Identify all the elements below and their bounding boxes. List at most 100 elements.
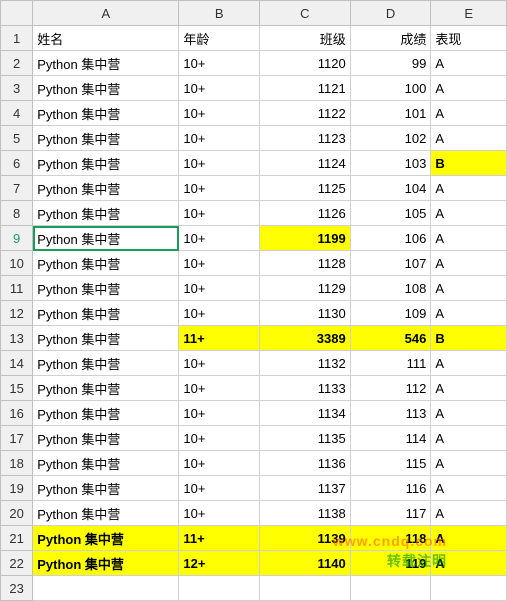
cell[interactable]: Python 集中营: [33, 251, 179, 276]
cell[interactable]: Python 集中营: [33, 351, 179, 376]
cell[interactable]: 姓名: [33, 26, 179, 51]
cell[interactable]: Python 集中营: [33, 51, 179, 76]
row-header[interactable]: 9: [1, 226, 33, 251]
cell[interactable]: 10+: [179, 301, 260, 326]
cell[interactable]: 104: [350, 176, 431, 201]
cell[interactable]: Python 集中营: [33, 126, 179, 151]
cell[interactable]: 成绩: [350, 26, 431, 51]
cell[interactable]: 10+: [179, 226, 260, 251]
cell[interactable]: 1136: [260, 451, 351, 476]
cell[interactable]: 99: [350, 51, 431, 76]
cell[interactable]: A: [431, 426, 507, 451]
row-header[interactable]: 13: [1, 326, 33, 351]
cell[interactable]: 10+: [179, 176, 260, 201]
cell[interactable]: 1135: [260, 426, 351, 451]
cell[interactable]: 10+: [179, 401, 260, 426]
cell[interactable]: 100: [350, 76, 431, 101]
cell[interactable]: 年龄: [179, 26, 260, 51]
row-header[interactable]: 11: [1, 276, 33, 301]
cell[interactable]: 11+: [179, 326, 260, 351]
cell[interactable]: A: [431, 126, 507, 151]
cell[interactable]: 1121: [260, 76, 351, 101]
row-header[interactable]: 22: [1, 551, 33, 576]
cell[interactable]: 111: [350, 351, 431, 376]
cell[interactable]: 112: [350, 376, 431, 401]
row-header[interactable]: 8: [1, 201, 33, 226]
cell[interactable]: A: [431, 101, 507, 126]
cell[interactable]: Python 集中营: [33, 401, 179, 426]
cell[interactable]: Python 集中营: [33, 376, 179, 401]
cell[interactable]: 108: [350, 276, 431, 301]
cell[interactable]: 118: [350, 526, 431, 551]
cell[interactable]: 1129: [260, 276, 351, 301]
cell[interactable]: 12+: [179, 551, 260, 576]
cell[interactable]: 10+: [179, 451, 260, 476]
cell[interactable]: Python 集中营: [33, 476, 179, 501]
cell[interactable]: 班级: [260, 26, 351, 51]
cell[interactable]: 109: [350, 301, 431, 326]
cell[interactable]: Python 集中营: [33, 501, 179, 526]
row-header[interactable]: 3: [1, 76, 33, 101]
cell[interactable]: 114: [350, 426, 431, 451]
cell[interactable]: 105: [350, 201, 431, 226]
col-header-C[interactable]: C: [260, 1, 351, 26]
cell[interactable]: 1123: [260, 126, 351, 151]
col-header-B[interactable]: B: [179, 1, 260, 26]
cell[interactable]: A: [431, 301, 507, 326]
cell[interactable]: 1137: [260, 476, 351, 501]
row-header[interactable]: 7: [1, 176, 33, 201]
cell[interactable]: A: [431, 401, 507, 426]
cell[interactable]: 表现: [431, 26, 507, 51]
cell[interactable]: Python 集中营: [33, 326, 179, 351]
row-header[interactable]: 20: [1, 501, 33, 526]
cell[interactable]: 1124: [260, 151, 351, 176]
cell[interactable]: Python 集中营: [33, 226, 179, 251]
cell[interactable]: 1125: [260, 176, 351, 201]
cell[interactable]: 10+: [179, 351, 260, 376]
cell[interactable]: A: [431, 451, 507, 476]
cell[interactable]: 1132: [260, 351, 351, 376]
cell[interactable]: 10+: [179, 426, 260, 451]
cell[interactable]: 106: [350, 226, 431, 251]
cell[interactable]: 10+: [179, 501, 260, 526]
cell[interactable]: 10+: [179, 151, 260, 176]
cell[interactable]: A: [431, 226, 507, 251]
row-header[interactable]: 6: [1, 151, 33, 176]
cell[interactable]: 1120: [260, 51, 351, 76]
cell[interactable]: 1128: [260, 251, 351, 276]
cell[interactable]: A: [431, 351, 507, 376]
cell[interactable]: A: [431, 251, 507, 276]
spreadsheet-table[interactable]: A B C D E 1 姓名 年龄 班级 成绩 表现 2Python 集中营10…: [0, 0, 507, 601]
cell[interactable]: 1138: [260, 501, 351, 526]
cell[interactable]: 1140: [260, 551, 351, 576]
row-header[interactable]: 4: [1, 101, 33, 126]
row-header[interactable]: 12: [1, 301, 33, 326]
row-header[interactable]: 2: [1, 51, 33, 76]
row-header[interactable]: 16: [1, 401, 33, 426]
cell[interactable]: 10+: [179, 51, 260, 76]
row-header[interactable]: 1: [1, 26, 33, 51]
cell[interactable]: 103: [350, 151, 431, 176]
cell[interactable]: 113: [350, 401, 431, 426]
cell[interactable]: [179, 576, 260, 601]
cell[interactable]: A: [431, 276, 507, 301]
cell[interactable]: 117: [350, 501, 431, 526]
col-header-D[interactable]: D: [350, 1, 431, 26]
cell[interactable]: 10+: [179, 476, 260, 501]
cell[interactable]: Python 集中营: [33, 451, 179, 476]
cell[interactable]: A: [431, 501, 507, 526]
cell[interactable]: A: [431, 51, 507, 76]
cell[interactable]: [260, 576, 351, 601]
cell[interactable]: A: [431, 76, 507, 101]
cell[interactable]: 1199: [260, 226, 351, 251]
cell[interactable]: 1122: [260, 101, 351, 126]
cell[interactable]: Python 集中营: [33, 76, 179, 101]
cell[interactable]: Python 集中营: [33, 276, 179, 301]
cell[interactable]: 10+: [179, 201, 260, 226]
cell[interactable]: Python 集中营: [33, 301, 179, 326]
cell[interactable]: Python 集中营: [33, 101, 179, 126]
cell[interactable]: 10+: [179, 376, 260, 401]
cell[interactable]: 107: [350, 251, 431, 276]
cell[interactable]: 119: [350, 551, 431, 576]
cell[interactable]: A: [431, 201, 507, 226]
